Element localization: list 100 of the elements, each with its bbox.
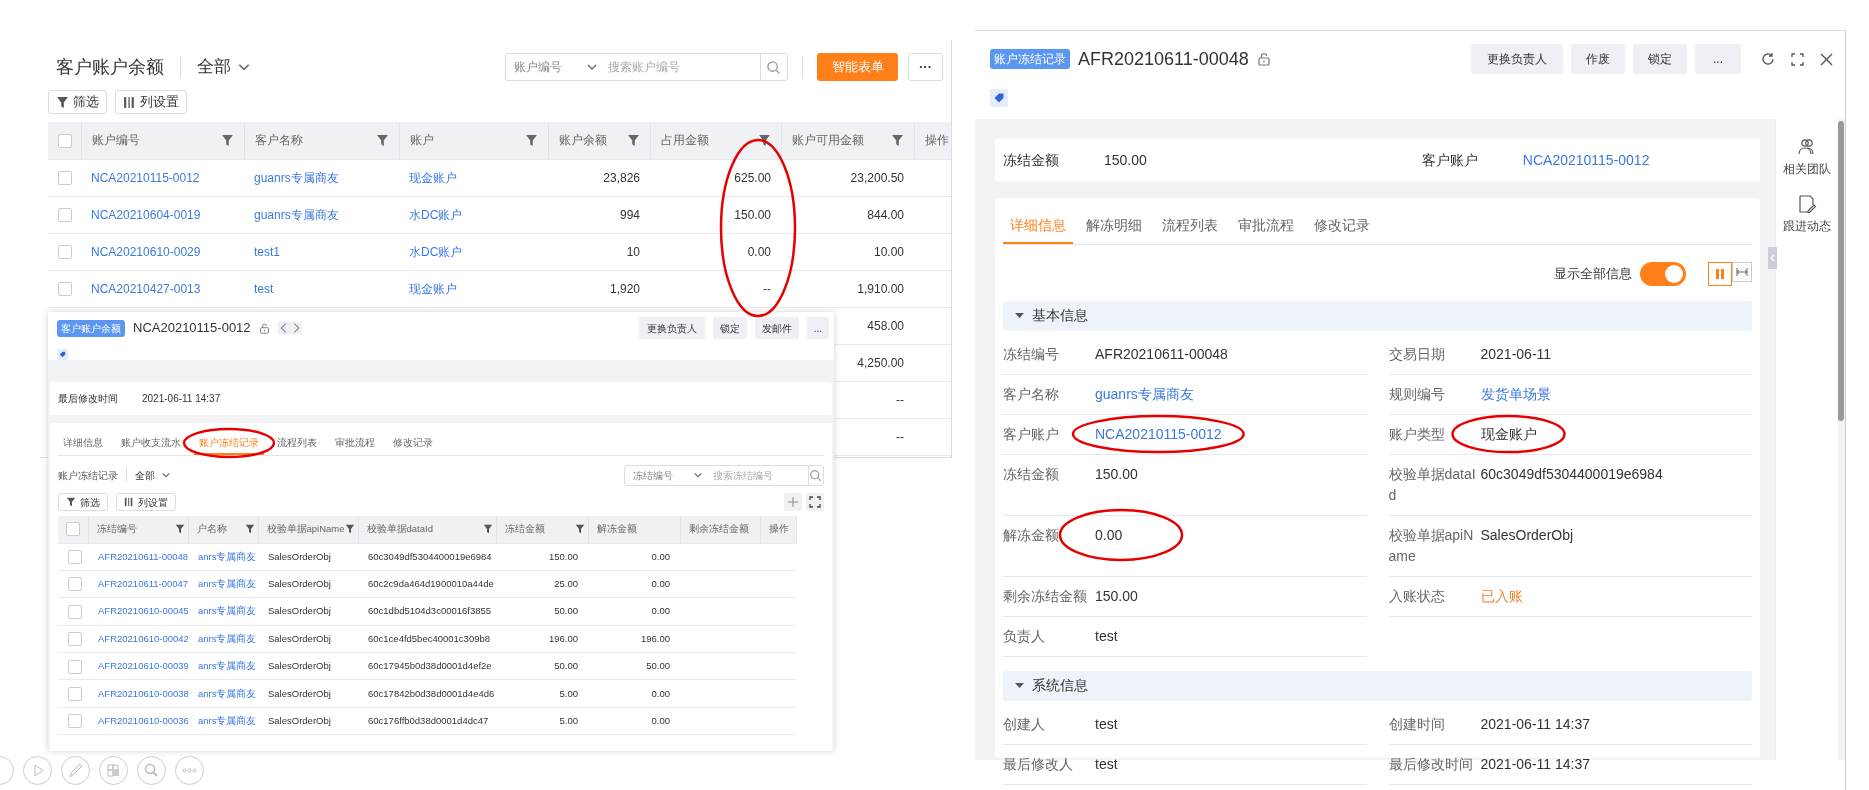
checkbox[interactable]: [66, 522, 80, 537]
action-button[interactable]: 锁定: [1633, 44, 1687, 74]
action-button[interactable]: 发邮件: [754, 317, 799, 339]
scope-dropdown[interactable]: 全部: [197, 54, 251, 80]
column-settings-button[interactable]: 列设置: [115, 90, 187, 114]
field-link[interactable]: guanrs专属商友: [1095, 383, 1194, 405]
caret-down-icon[interactable]: [1015, 311, 1024, 321]
field-select[interactable]: 冻结编号: [625, 467, 711, 483]
account-type-link[interactable]: 水DC账户: [409, 244, 463, 259]
customer-link[interactable]: anrs专属商友: [198, 714, 257, 726]
record-link[interactable]: AFR20210610-00038: [98, 687, 188, 699]
fullscreen-icon[interactable]: [806, 493, 824, 511]
filter-button[interactable]: 筛选: [58, 493, 108, 511]
expand-icon[interactable]: [1791, 52, 1804, 66]
full-width-layout-button[interactable]: [1732, 261, 1752, 282]
account-link[interactable]: NCA20210610-0029: [91, 244, 201, 259]
filter-icon: [56, 95, 69, 109]
layout-button[interactable]: [99, 756, 128, 785]
refresh-icon[interactable]: [1761, 52, 1775, 66]
zoom-button[interactable]: [137, 756, 166, 785]
tab[interactable]: 修改记录: [1307, 210, 1377, 244]
team-button[interactable]: 相关团队: [1783, 137, 1831, 178]
field-select[interactable]: 账户编号: [506, 58, 606, 76]
tab[interactable]: 账户收支流水: [116, 431, 186, 455]
customer-link[interactable]: anrs专属商友: [198, 605, 257, 617]
customer-link[interactable]: test: [254, 281, 274, 296]
more-button[interactable]: ···: [908, 53, 943, 81]
customer-link[interactable]: test1: [254, 244, 280, 259]
action-button[interactable]: 更换负责人: [638, 317, 705, 339]
scrollbar[interactable]: [1838, 121, 1844, 421]
account-type-link[interactable]: 现金账户: [409, 170, 457, 185]
toggle-switch[interactable]: [1640, 261, 1686, 286]
action-button[interactable]: 作废: [1571, 44, 1625, 74]
account-link[interactable]: NCA20210115-0012: [91, 170, 200, 185]
record-link[interactable]: AFR20210610-00039: [98, 660, 188, 672]
column-settings-button[interactable]: 列设置: [116, 493, 176, 511]
record-link[interactable]: AFR20210610-00036: [98, 714, 188, 726]
action-button[interactable]: ...: [1695, 44, 1741, 74]
account-link[interactable]: NCA20210427-0013: [91, 281, 201, 296]
checkbox[interactable]: [58, 208, 72, 223]
filter-icon: [574, 524, 585, 535]
tab[interactable]: 详细信息: [1003, 210, 1073, 244]
customer-link[interactable]: anrs专属商友: [198, 687, 257, 699]
record-link[interactable]: AFR20210611-00048: [98, 550, 188, 562]
account-type-link[interactable]: 现金账户: [409, 281, 457, 296]
tab[interactable]: 流程列表: [1155, 210, 1225, 244]
record-link[interactable]: AFR20210610-00045: [98, 605, 188, 617]
action-button[interactable]: 更换负责人: [1471, 44, 1563, 74]
table-cell: 50.00: [588, 652, 680, 680]
customer-link[interactable]: guanrs专属商友: [254, 170, 339, 185]
previous-icon[interactable]: [277, 321, 290, 335]
collapse-handle-icon[interactable]: [1768, 247, 1777, 269]
action-button[interactable]: ...: [806, 317, 829, 339]
checkbox[interactable]: [68, 714, 82, 729]
field-link[interactable]: 发货单场景: [1480, 383, 1551, 405]
customer-link[interactable]: anrs专属商友: [198, 550, 257, 562]
checkbox[interactable]: [68, 686, 82, 701]
account-link[interactable]: NCA20210604-0019: [91, 207, 201, 222]
account-link[interactable]: NCA20210115-0012: [1522, 149, 1650, 171]
record-link[interactable]: AFR20210611-00047: [98, 577, 188, 589]
caret-down-icon[interactable]: [1015, 681, 1024, 691]
customer-link[interactable]: anrs专属商友: [198, 577, 257, 589]
account-type-link[interactable]: 水DC账户: [409, 207, 463, 222]
checkbox[interactable]: [68, 604, 82, 619]
field-link[interactable]: NCA20210115-0012: [1095, 423, 1222, 445]
tab[interactable]: 账户冻结记录: [194, 431, 264, 455]
record-link[interactable]: AFR20210610-00042: [98, 632, 188, 644]
filter-button[interactable]: 筛选: [48, 90, 107, 114]
customer-link[interactable]: guanrs专属商友: [254, 207, 339, 222]
follow-up-button[interactable]: 跟进动态: [1783, 194, 1831, 235]
pen-button[interactable]: [61, 756, 90, 785]
checkbox[interactable]: [58, 282, 72, 297]
checkbox[interactable]: [68, 549, 82, 564]
more-button[interactable]: [175, 756, 204, 785]
two-column-layout-button[interactable]: [1708, 261, 1732, 286]
search-button[interactable]: [807, 465, 823, 485]
checkbox[interactable]: [58, 134, 72, 149]
checkbox[interactable]: [68, 659, 82, 674]
tab[interactable]: 流程列表: [272, 431, 322, 455]
play-button[interactable]: [23, 756, 52, 785]
tab[interactable]: 审批流程: [330, 431, 380, 455]
customer-link[interactable]: anrs专属商友: [198, 632, 257, 644]
tab[interactable]: 审批流程: [1231, 210, 1301, 244]
close-icon[interactable]: [1820, 52, 1833, 66]
checkbox[interactable]: [58, 171, 72, 186]
tag-icon[interactable]: [57, 349, 68, 361]
tab[interactable]: 详细信息: [58, 431, 108, 455]
search-field[interactable]: 冻结编号 搜索冻结编号: [624, 464, 824, 486]
search-field[interactable]: 账户编号 搜索账户编号: [505, 53, 788, 81]
tab[interactable]: 解冻明细: [1079, 210, 1149, 244]
smart-form-button[interactable]: 智能表单: [817, 53, 898, 81]
checkbox[interactable]: [68, 577, 82, 592]
column-header: 冻结编号: [96, 522, 137, 537]
checkbox[interactable]: [68, 632, 82, 647]
tag-icon[interactable]: [990, 88, 1008, 107]
tab[interactable]: 修改记录: [388, 431, 438, 455]
checkbox[interactable]: [58, 245, 72, 260]
scope-dropdown[interactable]: 全部: [135, 467, 171, 483]
customer-link[interactable]: anrs专属商友: [198, 660, 257, 672]
action-button[interactable]: 锁定: [712, 317, 747, 339]
